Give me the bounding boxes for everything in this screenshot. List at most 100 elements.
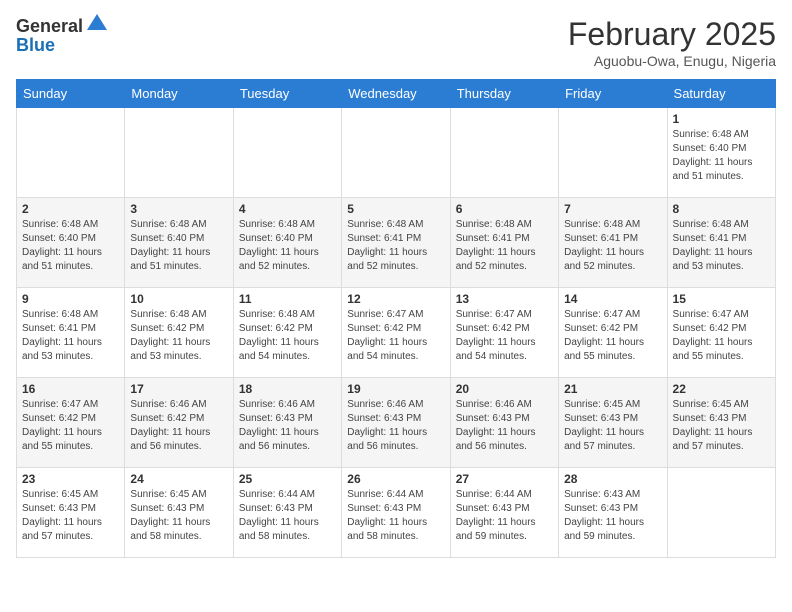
calendar-cell: 15 Sunrise: 6:47 AMSunset: 6:42 PMDayligh… [667, 288, 775, 378]
calendar-cell: 17 Sunrise: 6:46 AMSunset: 6:42 PMDayligh… [125, 378, 233, 468]
day-number: 21 [564, 382, 661, 396]
day-number: 7 [564, 202, 661, 216]
day-info: Sunrise: 6:45 AMSunset: 6:43 PMDaylight:… [564, 398, 661, 454]
weekday-header-friday: Friday [559, 80, 667, 108]
calendar-cell [233, 108, 341, 198]
day-number: 12 [347, 292, 444, 306]
calendar-cell: 8 Sunrise: 6:48 AMSunset: 6:41 PMDaylight… [667, 198, 775, 288]
day-info: Sunrise: 6:48 AMSunset: 6:40 PMDaylight:… [239, 218, 336, 274]
calendar-cell: 19 Sunrise: 6:46 AMSunset: 6:43 PMDayligh… [342, 378, 450, 468]
calendar-cell [17, 108, 125, 198]
calendar-cell: 24 Sunrise: 6:45 AMSunset: 6:43 PMDayligh… [125, 468, 233, 558]
page-header: General Blue February 2025 Aguobu-Owa, E… [16, 16, 776, 69]
calendar-cell: 23 Sunrise: 6:45 AMSunset: 6:43 PMDayligh… [17, 468, 125, 558]
day-info: Sunrise: 6:45 AMSunset: 6:43 PMDaylight:… [22, 488, 119, 544]
day-number: 23 [22, 472, 119, 486]
day-info: Sunrise: 6:48 AMSunset: 6:40 PMDaylight:… [130, 218, 227, 274]
calendar-cell: 6 Sunrise: 6:48 AMSunset: 6:41 PMDaylight… [450, 198, 558, 288]
calendar-cell: 12Sunrise: 6:47 AMSunset: 6:42 PMDayligh… [342, 288, 450, 378]
calendar-cell [342, 108, 450, 198]
day-info: Sunrise: 6:47 AMSunset: 6:42 PMDaylight:… [673, 308, 770, 364]
weekday-header-saturday: Saturday [667, 80, 775, 108]
day-number: 14 [564, 292, 661, 306]
day-info: Sunrise: 6:44 AMSunset: 6:43 PMDaylight:… [456, 488, 553, 544]
calendar-cell: 5Sunrise: 6:48 AMSunset: 6:41 PMDaylight… [342, 198, 450, 288]
day-info: Sunrise: 6:45 AMSunset: 6:43 PMDaylight:… [673, 398, 770, 454]
calendar-cell: 21 Sunrise: 6:45 AMSunset: 6:43 PMDayligh… [559, 378, 667, 468]
calendar-cell: 25 Sunrise: 6:44 AMSunset: 6:43 PMDayligh… [233, 468, 341, 558]
day-number: 9 [22, 292, 119, 306]
day-info: Sunrise: 6:48 AMSunset: 6:41 PMDaylight:… [347, 218, 444, 274]
day-info: Sunrise: 6:48 AMSunset: 6:42 PMDaylight:… [239, 308, 336, 364]
weekday-header-row: SundayMondayTuesdayWednesdayThursdayFrid… [17, 80, 776, 108]
weekday-header-thursday: Thursday [450, 80, 558, 108]
calendar-cell: 14Sunrise: 6:47 AMSunset: 6:42 PMDayligh… [559, 288, 667, 378]
day-info: Sunrise: 6:48 AMSunset: 6:41 PMDaylight:… [22, 308, 119, 364]
week-row-3: 9 Sunrise: 6:48 AMSunset: 6:41 PMDaylight… [17, 288, 776, 378]
calendar-table: SundayMondayTuesdayWednesdayThursdayFrid… [16, 79, 776, 558]
week-row-2: 2 Sunrise: 6:48 AMSunset: 6:40 PMDaylight… [17, 198, 776, 288]
calendar-cell: 10Sunrise: 6:48 AMSunset: 6:42 PMDayligh… [125, 288, 233, 378]
day-info: Sunrise: 6:46 AMSunset: 6:43 PMDaylight:… [347, 398, 444, 454]
week-row-1: 1Sunrise: 6:48 AMSunset: 6:40 PMDaylight… [17, 108, 776, 198]
day-info: Sunrise: 6:46 AMSunset: 6:43 PMDaylight:… [239, 398, 336, 454]
day-info: Sunrise: 6:48 AMSunset: 6:41 PMDaylight:… [456, 218, 553, 274]
logo-icon [85, 12, 109, 36]
logo-general: General [16, 17, 83, 35]
calendar-cell: 22 Sunrise: 6:45 AMSunset: 6:43 PMDayligh… [667, 378, 775, 468]
day-number: 4 [239, 202, 336, 216]
weekday-header-wednesday: Wednesday [342, 80, 450, 108]
title-block: February 2025 Aguobu-Owa, Enugu, Nigeria [568, 16, 776, 69]
day-number: 16 [22, 382, 119, 396]
calendar-cell: 26Sunrise: 6:44 AMSunset: 6:43 PMDayligh… [342, 468, 450, 558]
day-number: 2 [22, 202, 119, 216]
day-info: Sunrise: 6:48 AMSunset: 6:40 PMDaylight:… [22, 218, 119, 274]
location: Aguobu-Owa, Enugu, Nigeria [568, 53, 776, 69]
week-row-5: 23 Sunrise: 6:45 AMSunset: 6:43 PMDayligh… [17, 468, 776, 558]
calendar-cell: 28 Sunrise: 6:43 AMSunset: 6:43 PMDayligh… [559, 468, 667, 558]
calendar-cell: 2 Sunrise: 6:48 AMSunset: 6:40 PMDaylight… [17, 198, 125, 288]
calendar-cell: 20Sunrise: 6:46 AMSunset: 6:43 PMDayligh… [450, 378, 558, 468]
day-number: 24 [130, 472, 227, 486]
day-info: Sunrise: 6:48 AMSunset: 6:41 PMDaylight:… [673, 218, 770, 274]
weekday-header-monday: Monday [125, 80, 233, 108]
day-info: Sunrise: 6:45 AMSunset: 6:43 PMDaylight:… [130, 488, 227, 544]
day-number: 28 [564, 472, 661, 486]
day-number: 11 [239, 292, 336, 306]
day-info: Sunrise: 6:43 AMSunset: 6:43 PMDaylight:… [564, 488, 661, 544]
day-info: Sunrise: 6:46 AMSunset: 6:42 PMDaylight:… [130, 398, 227, 454]
day-number: 27 [456, 472, 553, 486]
day-number: 22 [673, 382, 770, 396]
day-number: 25 [239, 472, 336, 486]
week-row-4: 16 Sunrise: 6:47 AMSunset: 6:42 PMDayligh… [17, 378, 776, 468]
weekday-header-tuesday: Tuesday [233, 80, 341, 108]
weekday-header-sunday: Sunday [17, 80, 125, 108]
calendar-cell [559, 108, 667, 198]
logo: General Blue [16, 16, 109, 56]
day-info: Sunrise: 6:48 AMSunset: 6:41 PMDaylight:… [564, 218, 661, 274]
logo-blue: Blue [16, 35, 55, 55]
calendar-cell [667, 468, 775, 558]
day-number: 17 [130, 382, 227, 396]
day-number: 6 [456, 202, 553, 216]
day-number: 13 [456, 292, 553, 306]
day-number: 18 [239, 382, 336, 396]
day-info: Sunrise: 6:44 AMSunset: 6:43 PMDaylight:… [239, 488, 336, 544]
month-title: February 2025 [568, 16, 776, 53]
day-info: Sunrise: 6:47 AMSunset: 6:42 PMDaylight:… [456, 308, 553, 364]
calendar-cell [450, 108, 558, 198]
calendar-cell: 4 Sunrise: 6:48 AMSunset: 6:40 PMDaylight… [233, 198, 341, 288]
calendar-cell: 16 Sunrise: 6:47 AMSunset: 6:42 PMDayligh… [17, 378, 125, 468]
calendar-cell [125, 108, 233, 198]
calendar-cell: 13 Sunrise: 6:47 AMSunset: 6:42 PMDayligh… [450, 288, 558, 378]
day-number: 8 [673, 202, 770, 216]
day-number: 19 [347, 382, 444, 396]
day-number: 1 [673, 112, 770, 126]
day-info: Sunrise: 6:47 AMSunset: 6:42 PMDaylight:… [22, 398, 119, 454]
calendar-cell: 9 Sunrise: 6:48 AMSunset: 6:41 PMDaylight… [17, 288, 125, 378]
calendar-cell: 1Sunrise: 6:48 AMSunset: 6:40 PMDaylight… [667, 108, 775, 198]
day-number: 26 [347, 472, 444, 486]
day-number: 10 [130, 292, 227, 306]
day-info: Sunrise: 6:46 AMSunset: 6:43 PMDaylight:… [456, 398, 553, 454]
day-number: 15 [673, 292, 770, 306]
